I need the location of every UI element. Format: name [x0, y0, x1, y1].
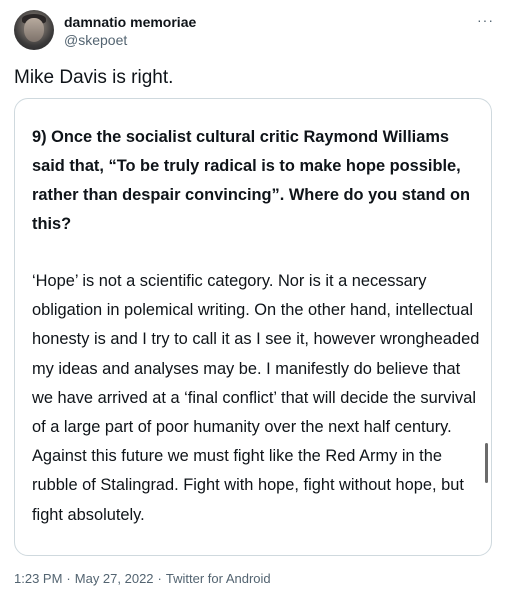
tweet-text: Mike Davis is right. — [14, 67, 174, 88]
tweet-source[interactable]: Twitter for Android — [166, 571, 271, 586]
author-display-name[interactable]: damnatio memoriae — [64, 13, 196, 31]
meta-separator: · — [66, 571, 71, 586]
tweet-meta: 1:23 PM · May 27, 2022 · Twitter for Android — [14, 571, 271, 586]
tweet-date[interactable]: May 27, 2022 — [75, 571, 154, 586]
meta-separator: · — [157, 571, 162, 586]
author-names[interactable]: damnatio memoriae @skepoet — [64, 13, 196, 49]
author-handle[interactable]: @skepoet — [64, 31, 196, 49]
interview-answer: ‘Hope’ is not a scientific category. Nor… — [32, 272, 480, 524]
avatar-face — [24, 18, 44, 42]
tweet-header: damnatio memoriae @skepoet ··· — [14, 10, 494, 54]
scrollbar[interactable] — [485, 443, 488, 483]
tweet-time[interactable]: 1:23 PM — [14, 571, 62, 586]
more-options-icon[interactable]: ··· — [477, 12, 494, 28]
interview-question: 9) Once the socialist cultural critic Ra… — [32, 128, 471, 233]
avatar[interactable] — [14, 10, 54, 50]
quoted-image-card[interactable]: 9) Once the socialist cultural critic Ra… — [14, 98, 492, 556]
